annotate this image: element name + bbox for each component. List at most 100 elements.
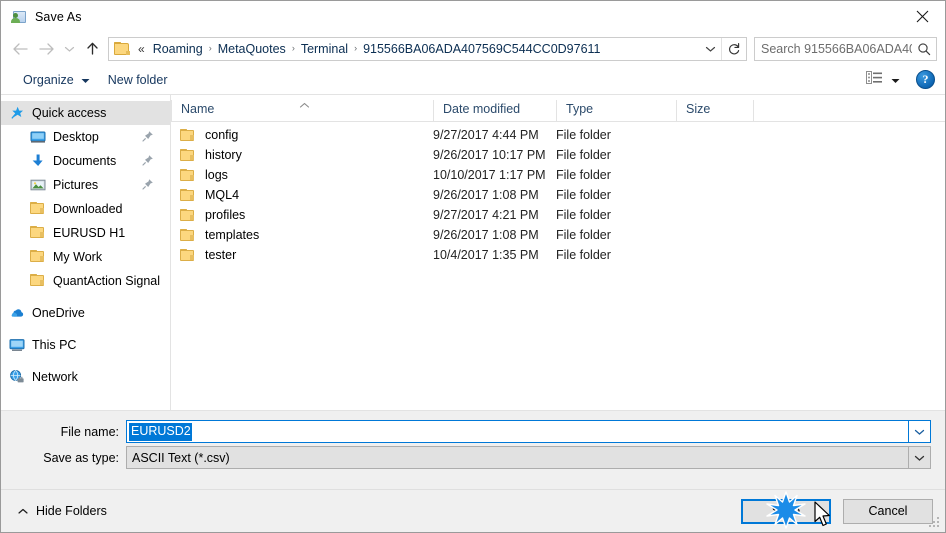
search-placeholder: Search 915566BA06ADA40756...: [761, 41, 912, 56]
sidebar-item-my-work[interactable]: My Work: [1, 245, 170, 269]
sidebar-item-network[interactable]: Network: [1, 365, 170, 389]
caret-up-icon: [18, 504, 28, 518]
file-name-label: profiles: [205, 208, 246, 222]
save-as-type-value[interactable]: ASCII Text (*.csv): [126, 446, 909, 469]
new-folder-button[interactable]: New folder: [102, 71, 174, 89]
column-header-type[interactable]: Type: [556, 100, 676, 121]
this-pc-icon: [9, 337, 25, 353]
breadcrumb-item[interactable]: 915566BA06ADA407569C544CC0D97611: [359, 41, 604, 57]
save-as-type-label: Save as type:: [43, 450, 119, 465]
file-type-cell: File folder: [556, 228, 611, 242]
file-name-label: File name:: [60, 424, 119, 439]
onedrive-cloud-icon: [9, 305, 25, 321]
file-name-combobox[interactable]: EURUSD2: [126, 420, 931, 443]
help-icon[interactable]: ?: [916, 70, 935, 89]
breadcrumb-separator[interactable]: ›: [352, 44, 359, 53]
table-row[interactable]: profiles 9/27/2017 4:21 PM File folder: [171, 205, 945, 225]
address-chevron-down-icon[interactable]: [699, 38, 721, 60]
sidebar-item-label: Network: [32, 370, 78, 384]
network-icon: [9, 369, 25, 385]
breadcrumb-separator[interactable]: ›: [207, 44, 214, 53]
close-icon[interactable]: [899, 1, 945, 31]
file-date-cell: 9/26/2017 1:08 PM: [433, 228, 539, 242]
breadcrumb: « Roaming › MetaQuotes › Terminal › 9155…: [134, 41, 699, 57]
sidebar-item-quick-access[interactable]: Quick access: [1, 101, 170, 125]
address-bar[interactable]: « Roaming › MetaQuotes › Terminal › 9155…: [108, 36, 747, 61]
table-row[interactable]: tester 10/4/2017 1:35 PM File folder: [171, 245, 945, 265]
navigation-sidebar: Quick access Desktop Documents Pictures …: [1, 95, 171, 410]
breadcrumb-item[interactable]: Terminal: [297, 41, 352, 57]
resize-grip-icon[interactable]: [929, 517, 940, 528]
hide-folders-label: Hide Folders: [36, 504, 107, 518]
folder-icon: [30, 225, 46, 241]
sidebar-item-label: Quick access: [32, 106, 107, 120]
table-row[interactable]: history 9/26/2017 10:17 PM File folder: [171, 145, 945, 165]
file-name-label: MQL4: [205, 188, 240, 202]
command-toolbar: Organize New folder ?: [1, 65, 945, 95]
table-row[interactable]: config 9/27/2017 4:44 PM File folder: [171, 125, 945, 145]
sidebar-item-desktop[interactable]: Desktop: [1, 125, 170, 149]
file-date-cell: 10/4/2017 1:35 PM: [433, 248, 539, 262]
organize-button[interactable]: Organize: [17, 71, 96, 89]
file-type-cell: File folder: [556, 168, 611, 182]
folder-icon: [30, 249, 46, 265]
file-name-value: EURUSD2: [129, 422, 192, 441]
search-icon[interactable]: [912, 38, 936, 60]
sidebar-item-quantaction-signal[interactable]: QuantAction Signal: [1, 269, 170, 293]
breadcrumb-item[interactable]: MetaQuotes: [214, 41, 290, 57]
file-date-cell: 9/27/2017 4:44 PM: [433, 128, 539, 142]
breadcrumb-separator[interactable]: ›: [290, 44, 297, 53]
sidebar-item-pictures[interactable]: Pictures: [1, 173, 170, 197]
sidebar-item-this-pc[interactable]: This PC: [1, 333, 170, 357]
refresh-icon[interactable]: [722, 38, 746, 60]
dialog-footer: Hide Folders Save Cancel: [1, 489, 945, 532]
new-folder-label: New folder: [107, 72, 168, 87]
sidebar-item-label: Documents: [53, 154, 117, 168]
sidebar-item-documents[interactable]: Documents: [1, 149, 170, 173]
pin-icon[interactable]: [142, 130, 154, 142]
file-type-cell: File folder: [556, 188, 611, 202]
file-type-cell: File folder: [556, 248, 611, 262]
file-name-label: history: [205, 148, 242, 162]
sidebar-item-eurusd-h1[interactable]: EURUSD H1: [1, 221, 170, 245]
sidebar-item-label: This PC: [32, 338, 77, 352]
sidebar-item-label: OneDrive: [32, 306, 85, 320]
breadcrumb-overflow[interactable]: «: [134, 42, 149, 56]
column-header-row: Name Date modified Type Size: [171, 95, 945, 122]
sidebar-item-onedrive[interactable]: OneDrive: [1, 301, 170, 325]
hide-folders-button[interactable]: Hide Folders: [13, 504, 107, 518]
file-date-cell: 9/27/2017 4:21 PM: [433, 208, 539, 222]
file-name-cell: profiles: [171, 208, 433, 222]
save-button[interactable]: Save: [741, 498, 831, 524]
sidebar-item-downloaded[interactable]: Downloaded: [1, 197, 170, 221]
back-arrow-icon[interactable]: [7, 36, 33, 62]
file-name-chevron-down-icon[interactable]: [909, 420, 931, 443]
view-mode-button[interactable]: [862, 69, 904, 91]
save-as-type-chevron-down-icon[interactable]: [909, 446, 931, 469]
file-date-cell: 9/26/2017 10:17 PM: [433, 148, 546, 162]
sidebar-item-label: QuantAction Signal: [53, 274, 161, 288]
recent-locations-chevron-down-icon[interactable]: [59, 36, 79, 62]
cancel-button-label: Cancel: [868, 504, 908, 518]
table-row[interactable]: MQL4 9/26/2017 1:08 PM File folder: [171, 185, 945, 205]
save-as-type-combobox[interactable]: ASCII Text (*.csv): [126, 446, 931, 469]
file-name-row: File name: EURUSD2: [1, 420, 945, 443]
table-row[interactable]: logs 10/10/2017 1:17 PM File folder: [171, 165, 945, 185]
pin-icon[interactable]: [142, 154, 154, 166]
up-arrow-icon[interactable]: [79, 36, 105, 62]
pin-icon[interactable]: [142, 178, 154, 190]
search-input[interactable]: Search 915566BA06ADA40756...: [754, 36, 937, 61]
breadcrumb-item[interactable]: Roaming: [149, 41, 207, 57]
file-name-cell: config: [171, 128, 433, 142]
sidebar-item-label: Downloaded: [53, 202, 123, 216]
table-row[interactable]: templates 9/26/2017 1:08 PM File folder: [171, 225, 945, 245]
cancel-button[interactable]: Cancel: [843, 498, 933, 524]
file-name-label: templates: [205, 228, 260, 242]
forward-arrow-icon[interactable]: [33, 36, 59, 62]
file-name-input[interactable]: EURUSD2: [126, 420, 909, 443]
desktop-icon: [30, 129, 46, 145]
column-header-date-modified[interactable]: Date modified: [433, 100, 556, 121]
column-header-size[interactable]: Size: [676, 100, 753, 121]
caret-down-icon: [891, 71, 900, 89]
sidebar-item-label: Desktop: [53, 130, 99, 144]
